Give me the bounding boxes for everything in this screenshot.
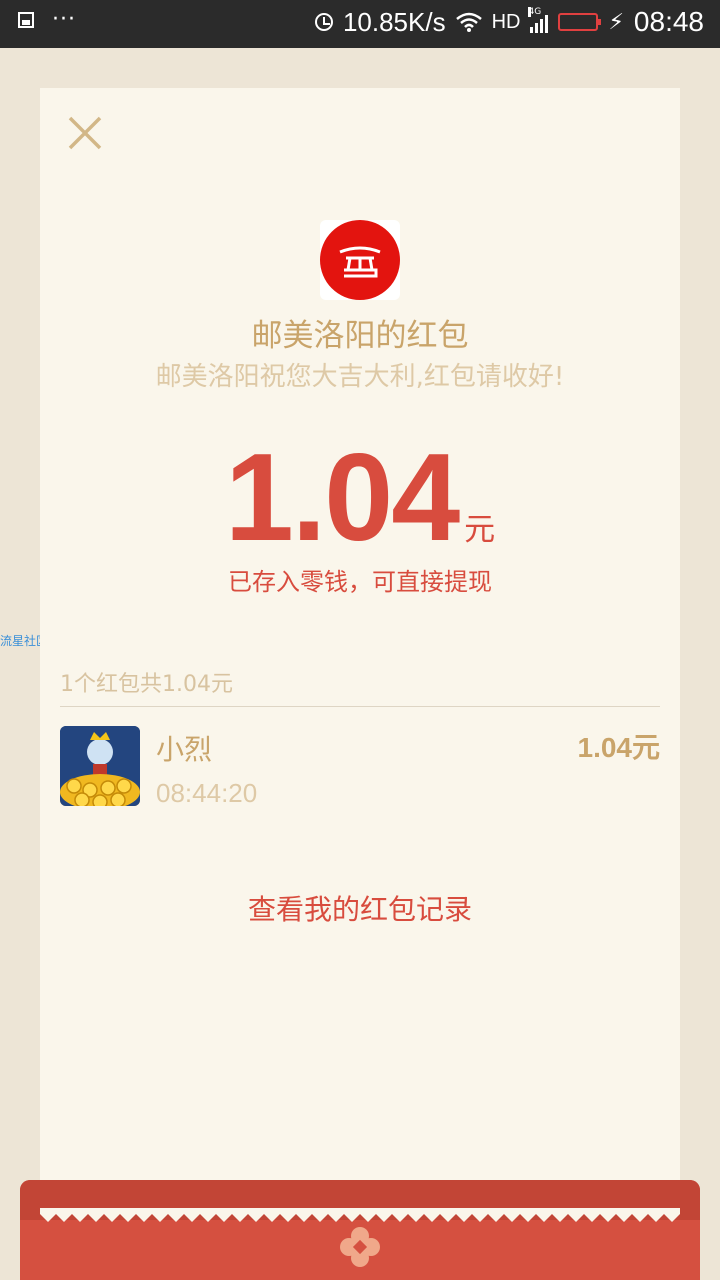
close-icon[interactable]	[64, 112, 106, 154]
avatar[interactable]	[60, 726, 140, 806]
sender-logo	[320, 220, 400, 300]
status-right: 10.85K/s HD 4G ⚡ 08:48	[314, 6, 704, 38]
clock: 08:48	[633, 6, 704, 37]
view-records-link[interactable]: 查看我的红包记录	[40, 888, 680, 928]
blessing-message: 邮美洛阳祝您大吉大利,红包请收好!	[155, 362, 565, 392]
divider	[60, 706, 660, 707]
gallery-icon	[18, 12, 34, 28]
amount-display: 1.04 元	[40, 436, 680, 560]
net-speed: 10.85K/s	[342, 6, 446, 37]
sender-title: 邮美洛阳的红包	[251, 318, 469, 354]
hd-label: HD	[491, 10, 521, 33]
alarm-icon	[314, 13, 333, 31]
amount-value: 1.04	[224, 429, 460, 567]
list-item[interactable]: 小烈 08:44:20 1.04元	[60, 726, 660, 808]
packet-summary: 1个红包共1.04元	[60, 672, 233, 697]
receive-time: 08:44:20	[156, 778, 258, 808]
status-left: ···	[18, 7, 76, 32]
stored-note: 已存入零钱，可直接提现	[228, 568, 492, 596]
wifi-icon	[455, 12, 482, 32]
avatar-image	[60, 726, 140, 806]
status-bar: ··· 10.85K/s HD 4G ⚡ 08:48	[0, 0, 720, 48]
envelope-seal-icon	[340, 1227, 380, 1267]
network-type-label: 4G	[528, 7, 542, 17]
battery-icon	[558, 13, 602, 31]
signal-icon: 4G	[528, 7, 549, 33]
sender-logo-icon	[320, 220, 400, 300]
red-packet-detail-card: 邮美洛阳的红包 邮美洛阳祝您大吉大利,红包请收好! 1.04 元 已存入零钱，可直…	[40, 88, 680, 1220]
receiver-name: 小烈	[156, 733, 213, 766]
serrated-edge	[40, 1208, 680, 1222]
charging-icon: ⚡	[608, 9, 624, 35]
more-notifications-icon: ···	[52, 7, 76, 32]
receiver-amount: 1.04元	[577, 732, 661, 763]
amount-unit: 元	[464, 512, 496, 548]
